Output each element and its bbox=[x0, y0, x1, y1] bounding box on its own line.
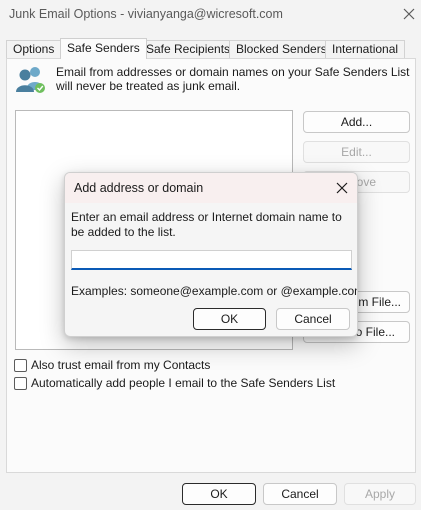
tab-safe-senders[interactable]: Safe Senders bbox=[60, 38, 147, 59]
safe-senders-description: Email from addresses or domain names on … bbox=[56, 65, 410, 93]
dialog-titlebar: Add address or domain bbox=[65, 173, 357, 203]
close-icon[interactable] bbox=[401, 6, 417, 22]
trust-contacts-checkbox[interactable] bbox=[14, 358, 27, 372]
cancel-button[interactable]: Cancel bbox=[263, 483, 337, 505]
dialog-title: Add address or domain bbox=[74, 181, 204, 195]
apply-button[interactable]: Apply bbox=[344, 483, 416, 505]
trust-contacts-option[interactable]: Also trust email from my Contacts bbox=[14, 357, 210, 373]
dialog-examples: Examples: someone@example.com or @exampl… bbox=[71, 284, 358, 298]
add-address-dialog: Add address or domain Enter an email add… bbox=[64, 172, 358, 337]
auto-add-checkbox[interactable] bbox=[14, 376, 27, 390]
close-icon[interactable] bbox=[334, 180, 350, 196]
add-button[interactable]: Add... bbox=[303, 111, 410, 133]
tab-strip: Options Safe Senders Safe Recipients Blo… bbox=[6, 38, 416, 59]
tab-safe-recipients[interactable]: Safe Recipients bbox=[139, 40, 238, 58]
ok-button[interactable]: OK bbox=[182, 483, 256, 505]
trust-contacts-label: Also trust email from my Contacts bbox=[31, 358, 211, 372]
auto-add-option[interactable]: Automatically add people I email to the … bbox=[14, 375, 335, 391]
auto-add-label: Automatically add people I email to the … bbox=[31, 376, 336, 390]
tab-options[interactable]: Options bbox=[6, 40, 62, 58]
dialog-prompt: Enter an email address or Internet domai… bbox=[71, 210, 342, 239]
edit-button[interactable]: Edit... bbox=[303, 141, 410, 163]
tab-blocked-senders[interactable]: Blocked Senders bbox=[229, 40, 334, 58]
address-input[interactable] bbox=[71, 250, 352, 270]
dialog-ok-button[interactable]: OK bbox=[193, 308, 266, 330]
window-titlebar: Junk Email Options - vivianyanga@wicreso… bbox=[0, 0, 421, 30]
dialog-cancel-button[interactable]: Cancel bbox=[276, 308, 350, 330]
people-icon bbox=[16, 67, 45, 93]
tab-international[interactable]: International bbox=[325, 40, 406, 58]
window-title: Junk Email Options - vivianyanga@wicreso… bbox=[9, 7, 283, 21]
